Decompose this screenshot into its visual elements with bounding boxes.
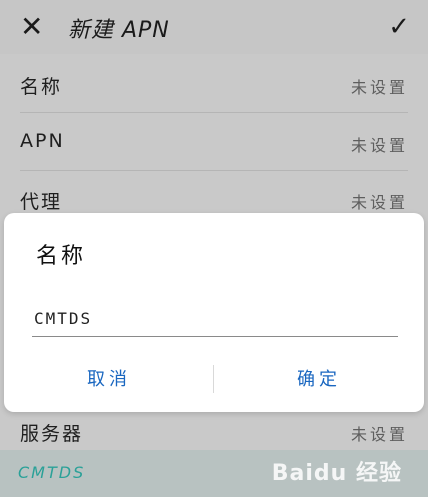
- baidu-watermark: Baidu 经验: [271, 461, 402, 486]
- setting-value: 未设置: [350, 193, 408, 212]
- setting-row-name[interactable]: 名称 未设置: [0, 56, 428, 113]
- bottom-text: CMTDS: [18, 463, 86, 482]
- top-app-bar: ✕ 新建 APN ✓: [0, 0, 428, 54]
- setting-value: 未设置: [350, 136, 408, 155]
- setting-label: APN: [20, 130, 65, 152]
- close-icon[interactable]: ✕: [20, 13, 46, 41]
- setting-label: 名称: [20, 76, 63, 98]
- setting-value: 未设置: [350, 425, 408, 444]
- setting-label: 代理: [20, 191, 63, 213]
- divider: [20, 112, 408, 113]
- setting-value: 未设置: [350, 78, 408, 97]
- setting-label: 服务器: [20, 423, 84, 445]
- cancel-button[interactable]: 取消: [4, 363, 214, 397]
- name-input[interactable]: [32, 300, 398, 337]
- setting-row-apn[interactable]: APN 未设置: [0, 114, 428, 171]
- ok-button[interactable]: 确定: [214, 363, 424, 397]
- page-title: 新建 APN: [68, 18, 170, 43]
- check-icon[interactable]: ✓: [388, 12, 410, 42]
- name-dialog: 名称 取消 确定: [4, 213, 424, 412]
- dialog-title: 名称: [36, 244, 87, 269]
